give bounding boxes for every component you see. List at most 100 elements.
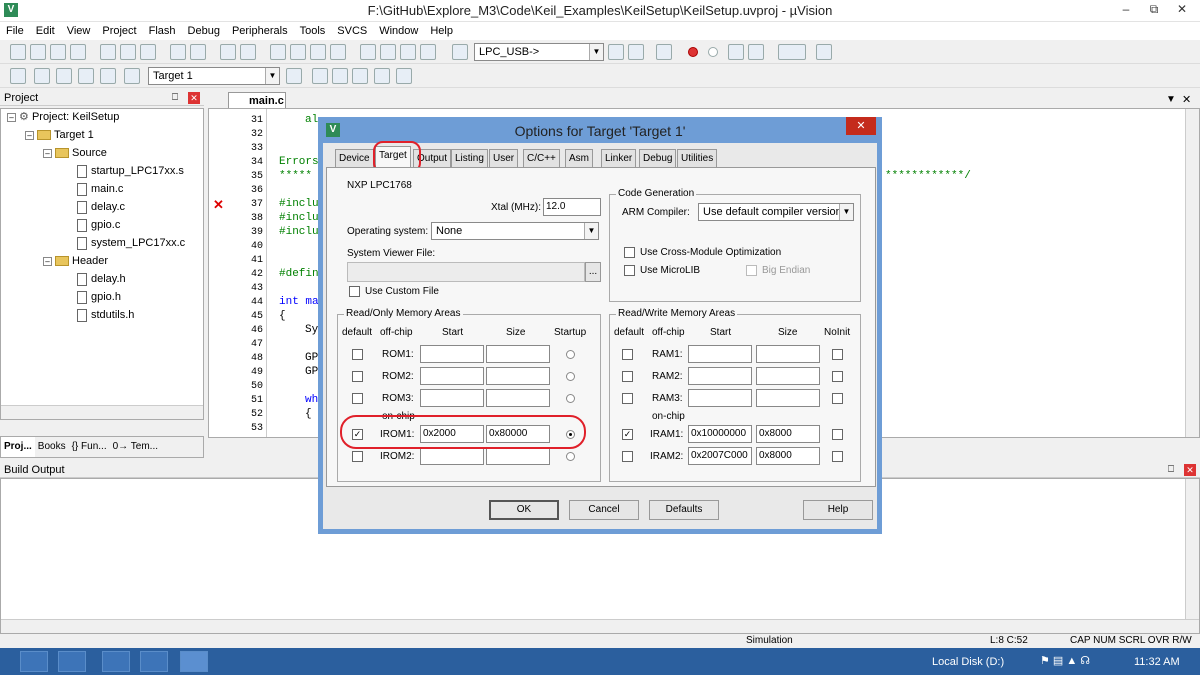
app-icon[interactable]	[140, 651, 168, 672]
taskbar-clock[interactable]: 11:32 AM	[1134, 656, 1180, 668]
unindent-icon[interactable]	[380, 44, 396, 60]
restore-button[interactable]: ⧉	[1140, 0, 1168, 20]
close-project-panel-button[interactable]: ✕	[188, 92, 200, 104]
clear-bookmarks-icon[interactable]	[330, 44, 346, 60]
tree-file[interactable]: gpio.h	[77, 289, 121, 305]
find-icon[interactable]	[608, 44, 624, 60]
tree-header-group[interactable]: – Header	[43, 253, 108, 269]
tree-file[interactable]: gpio.c	[77, 217, 120, 233]
tray-icons[interactable]: ⚑ ▤ ▲ ☊	[1040, 654, 1120, 668]
nav-forward-icon[interactable]	[240, 44, 256, 60]
pin-icon[interactable]: ⎕	[1168, 462, 1174, 478]
rom3-size-input[interactable]	[486, 389, 550, 407]
tree-horizontal-scrollbar[interactable]	[1, 405, 203, 419]
editor-vertical-scrollbar[interactable]	[1185, 109, 1199, 437]
menu-peripherals[interactable]: Peripherals	[226, 22, 294, 40]
file-explorer-icon[interactable]	[58, 651, 86, 672]
rom2-default-checkbox[interactable]	[352, 371, 363, 382]
tab-linker[interactable]: Linker	[601, 149, 637, 167]
browse-button[interactable]: ...	[585, 262, 601, 282]
redo-icon[interactable]	[190, 44, 206, 60]
incremental-find-icon[interactable]	[628, 44, 644, 60]
ram2-size-input[interactable]	[756, 367, 820, 385]
ram2-start-input[interactable]	[688, 367, 752, 385]
find-in-files-icon[interactable]	[452, 44, 468, 60]
save-all-icon[interactable]	[70, 44, 86, 60]
ram3-start-input[interactable]	[688, 389, 752, 407]
manage-project-items-icon[interactable]	[312, 68, 328, 84]
disable-breakpoint-icon[interactable]	[708, 47, 718, 57]
open-file-icon[interactable]	[30, 44, 46, 60]
ok-button[interactable]: OK	[489, 500, 559, 520]
minimize-button[interactable]: –	[1112, 0, 1140, 20]
notepad-icon[interactable]	[102, 651, 130, 672]
tab-utilities[interactable]: Utilities	[677, 149, 718, 167]
stop-build-icon[interactable]	[100, 68, 116, 84]
tab-templates[interactable]: 0→ Tem...	[110, 437, 161, 457]
comment-icon[interactable]	[400, 44, 416, 60]
load-download-icon[interactable]	[124, 68, 140, 84]
tab-asm[interactable]: Asm	[565, 149, 593, 167]
build-horizontal-scrollbar[interactable]	[1, 619, 1199, 633]
iram1-default-checkbox[interactable]: ✓	[622, 429, 633, 440]
tab-device[interactable]: Device	[335, 149, 374, 167]
tab-c-cpp[interactable]: C/C++	[523, 149, 560, 167]
copy-icon[interactable]	[120, 44, 136, 60]
rom1-size-input[interactable]	[486, 345, 550, 363]
rom1-start-input[interactable]	[420, 345, 484, 363]
ram1-start-input[interactable]	[688, 345, 752, 363]
xtal-input[interactable]: 12.0	[543, 198, 601, 216]
device-combo[interactable]: LPC_USB-> ▼	[474, 43, 604, 61]
tab-functions[interactable]: {} Fun...	[69, 437, 110, 457]
ram3-noinit-checkbox[interactable]	[832, 393, 843, 404]
use-custom-file-checkbox[interactable]	[349, 286, 360, 297]
target-select-combo[interactable]: Target 1 ▼	[148, 67, 280, 85]
rebuild-icon[interactable]	[56, 68, 72, 84]
cut-icon[interactable]	[100, 44, 116, 60]
menu-flash[interactable]: Flash	[143, 22, 182, 40]
editor-tab-list-icon[interactable]: ▼	[1166, 94, 1176, 105]
ram3-default-checkbox[interactable]	[622, 393, 633, 404]
menu-edit[interactable]: Edit	[30, 22, 61, 40]
ram1-default-checkbox[interactable]	[622, 349, 633, 360]
window-layout-icon[interactable]	[778, 44, 806, 60]
ram3-size-input[interactable]	[756, 389, 820, 407]
menu-debug[interactable]: Debug	[182, 22, 226, 40]
irom2-size-input[interactable]	[486, 447, 550, 465]
ram1-size-input[interactable]	[756, 345, 820, 363]
menu-window[interactable]: Window	[373, 22, 424, 40]
cross-module-checkbox[interactable]	[624, 247, 635, 258]
iram2-start-input[interactable]: 0x2007C000	[688, 447, 752, 465]
iram2-noinit-checkbox[interactable]	[832, 451, 843, 462]
menu-view[interactable]: View	[61, 22, 97, 40]
build-icon[interactable]	[34, 68, 50, 84]
debug-session-icon[interactable]	[656, 44, 672, 60]
save-icon[interactable]	[50, 44, 66, 60]
irom2-default-checkbox[interactable]	[352, 451, 363, 462]
rom1-startup-radio[interactable]	[566, 350, 575, 359]
breakpoint-icon[interactable]	[688, 47, 698, 57]
rom2-size-input[interactable]	[486, 367, 550, 385]
taskbar-drive-label[interactable]: Local Disk (D:)	[932, 656, 1004, 668]
tab-books[interactable]: Books	[35, 437, 69, 457]
select-packs-icon[interactable]	[332, 68, 348, 84]
prev-bookmark-icon[interactable]	[290, 44, 306, 60]
tree-file[interactable]: startup_LPC17xx.s	[77, 163, 184, 179]
dialog-close-button[interactable]: ✕	[846, 117, 876, 135]
nav-back-icon[interactable]	[220, 44, 236, 60]
menu-file[interactable]: File	[0, 22, 30, 40]
iram2-size-input[interactable]: 0x8000	[756, 447, 820, 465]
rom2-startup-radio[interactable]	[566, 372, 575, 381]
paste-icon[interactable]	[140, 44, 156, 60]
target-options-icon[interactable]	[286, 68, 302, 84]
translate-icon[interactable]	[10, 68, 26, 84]
cancel-button[interactable]: Cancel	[569, 500, 639, 520]
tab-debug[interactable]: Debug	[639, 149, 677, 167]
configure-icon[interactable]	[816, 44, 832, 60]
new-file-icon[interactable]	[10, 44, 26, 60]
next-bookmark-icon[interactable]	[310, 44, 326, 60]
arm-compiler-combo[interactable]: Use default compiler version ▼	[698, 203, 854, 221]
iram1-noinit-checkbox[interactable]	[832, 429, 843, 440]
tab-project[interactable]: Proj...	[1, 437, 35, 457]
tree-project-root[interactable]: – ⚙ Project: KeilSetup	[7, 109, 119, 125]
